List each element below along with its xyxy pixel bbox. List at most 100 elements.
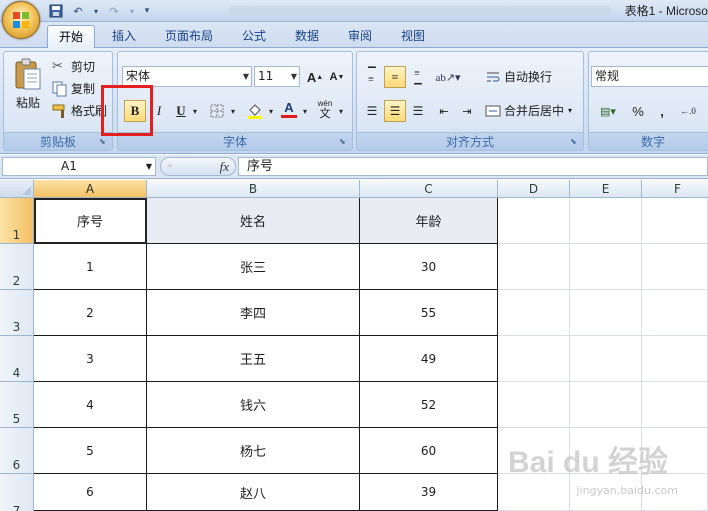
column-header-a[interactable]: A: [34, 180, 147, 198]
redo-icon[interactable]: ↷: [106, 3, 122, 19]
phonetic-dropdown-icon[interactable]: ▾: [336, 100, 346, 122]
number-format-select[interactable]: 常规: [591, 66, 708, 87]
cell-c7[interactable]: 39: [360, 474, 498, 511]
cell-c1[interactable]: 年龄: [360, 198, 498, 244]
cell-f1[interactable]: [642, 198, 708, 244]
comma-button[interactable]: ,: [651, 100, 673, 122]
font-color-dropdown-icon[interactable]: ▾: [300, 100, 310, 122]
row-header-7[interactable]: 7: [0, 474, 34, 511]
underline-dropdown-icon[interactable]: ▾: [190, 100, 200, 122]
cell-c5[interactable]: 52: [360, 382, 498, 428]
merge-center-button[interactable]: 合并后居中 ▾: [485, 102, 572, 119]
wrap-text-button[interactable]: 自动换行: [485, 68, 552, 85]
align-top-button[interactable]: ▔ ≡: [361, 66, 383, 88]
row-header-2[interactable]: 2: [0, 244, 34, 290]
tab-insert[interactable]: 插入: [103, 25, 145, 48]
cell-f4[interactable]: [642, 336, 708, 382]
column-header-f[interactable]: F: [642, 180, 708, 198]
cell-a7[interactable]: 6: [34, 474, 147, 511]
cell-c6[interactable]: 60: [360, 428, 498, 474]
cut-button[interactable]: ✂ 剪切: [52, 58, 95, 75]
formula-input[interactable]: 序号: [238, 157, 708, 176]
cell-e1[interactable]: [570, 198, 642, 244]
tab-review[interactable]: 审阅: [338, 25, 382, 48]
cell-d2[interactable]: [498, 244, 570, 290]
tab-formulas[interactable]: 公式: [232, 25, 276, 48]
cell-d4[interactable]: [498, 336, 570, 382]
drag-handle-icon[interactable]: ◦: [167, 161, 173, 172]
cell-e3[interactable]: [570, 290, 642, 336]
row-header-5[interactable]: 5: [0, 382, 34, 428]
cell-a1[interactable]: 序号: [34, 198, 147, 244]
cell-c3[interactable]: 55: [360, 290, 498, 336]
font-launcher-icon[interactable]: ⬊: [339, 137, 349, 147]
cell-b7[interactable]: 赵八: [147, 474, 360, 511]
currency-button[interactable]: ▤▾: [593, 100, 623, 122]
increase-decimal-button[interactable]: ←.0: [677, 100, 699, 122]
copy-button[interactable]: 复制: [52, 80, 95, 97]
cell-e2[interactable]: [570, 244, 642, 290]
row-header-1[interactable]: 1: [0, 198, 34, 244]
row-header-6[interactable]: 6: [0, 428, 34, 474]
shrink-font-button[interactable]: A ▼: [326, 66, 348, 88]
cell-d3[interactable]: [498, 290, 570, 336]
grow-font-button[interactable]: A ▲: [304, 66, 326, 88]
cell-d1[interactable]: [498, 198, 570, 244]
cell-f5[interactable]: [642, 382, 708, 428]
cell-e4[interactable]: [570, 336, 642, 382]
increase-indent-button[interactable]: ⇥: [456, 100, 478, 122]
phonetic-guide-button[interactable]: wén 文: [314, 98, 336, 120]
redo-dropdown-icon[interactable]: ▾: [128, 3, 136, 19]
borders-button[interactable]: [206, 100, 228, 122]
office-button[interactable]: [2, 1, 40, 39]
font-name-select[interactable]: 宋体 ▼: [122, 66, 252, 87]
align-center-button[interactable]: ☰: [384, 100, 406, 122]
cell-a2[interactable]: 1: [34, 244, 147, 290]
cell-c2[interactable]: 30: [360, 244, 498, 290]
cell-a4[interactable]: 3: [34, 336, 147, 382]
paste-button[interactable]: 粘贴: [10, 58, 46, 111]
alignment-launcher-icon[interactable]: ⬊: [570, 137, 580, 147]
fill-color-button[interactable]: [244, 100, 266, 122]
column-header-e[interactable]: E: [570, 180, 642, 198]
cell-c4[interactable]: 49: [360, 336, 498, 382]
cell-b6[interactable]: 杨七: [147, 428, 360, 474]
undo-icon[interactable]: ↶: [70, 3, 86, 19]
cell-e5[interactable]: [570, 382, 642, 428]
align-middle-button[interactable]: ≡: [384, 66, 406, 88]
align-left-button[interactable]: ☰: [361, 100, 383, 122]
tab-home[interactable]: 开始: [47, 25, 95, 48]
clipboard-launcher-icon[interactable]: ⬊: [99, 137, 109, 147]
fill-color-dropdown-icon[interactable]: ▾: [266, 100, 276, 122]
underline-button[interactable]: U: [170, 100, 192, 122]
undo-dropdown-icon[interactable]: ▾: [92, 3, 100, 19]
column-header-c[interactable]: C: [360, 180, 498, 198]
cell-b3[interactable]: 李四: [147, 290, 360, 336]
cell-d5[interactable]: [498, 382, 570, 428]
customize-qat-icon[interactable]: ▾: [142, 3, 152, 19]
cell-f3[interactable]: [642, 290, 708, 336]
row-header-3[interactable]: 3: [0, 290, 34, 336]
orientation-button[interactable]: ab↗▾: [433, 66, 463, 88]
column-header-d[interactable]: D: [498, 180, 570, 198]
decrease-indent-button[interactable]: ⇤: [433, 100, 455, 122]
percent-button[interactable]: %: [627, 100, 649, 122]
column-header-b[interactable]: B: [147, 180, 360, 198]
cell-a3[interactable]: 2: [34, 290, 147, 336]
save-icon[interactable]: [48, 3, 64, 19]
align-right-button[interactable]: ☰: [407, 100, 429, 122]
row-header-4[interactable]: 4: [0, 336, 34, 382]
cell-a6[interactable]: 5: [34, 428, 147, 474]
cell-f2[interactable]: [642, 244, 708, 290]
borders-dropdown-icon[interactable]: ▾: [228, 100, 238, 122]
format-painter-button[interactable]: 格式刷: [52, 102, 107, 119]
align-bottom-button[interactable]: ≡ ▁: [407, 66, 429, 88]
cell-a5[interactable]: 4: [34, 382, 147, 428]
cell-b1[interactable]: 姓名: [147, 198, 360, 244]
tab-data[interactable]: 数据: [285, 25, 329, 48]
name-box[interactable]: A1 ▼: [2, 157, 156, 176]
tab-page-layout[interactable]: 页面布局: [155, 25, 223, 48]
cell-b2[interactable]: 张三: [147, 244, 360, 290]
tab-view[interactable]: 视图: [391, 25, 435, 48]
cell-b4[interactable]: 王五: [147, 336, 360, 382]
